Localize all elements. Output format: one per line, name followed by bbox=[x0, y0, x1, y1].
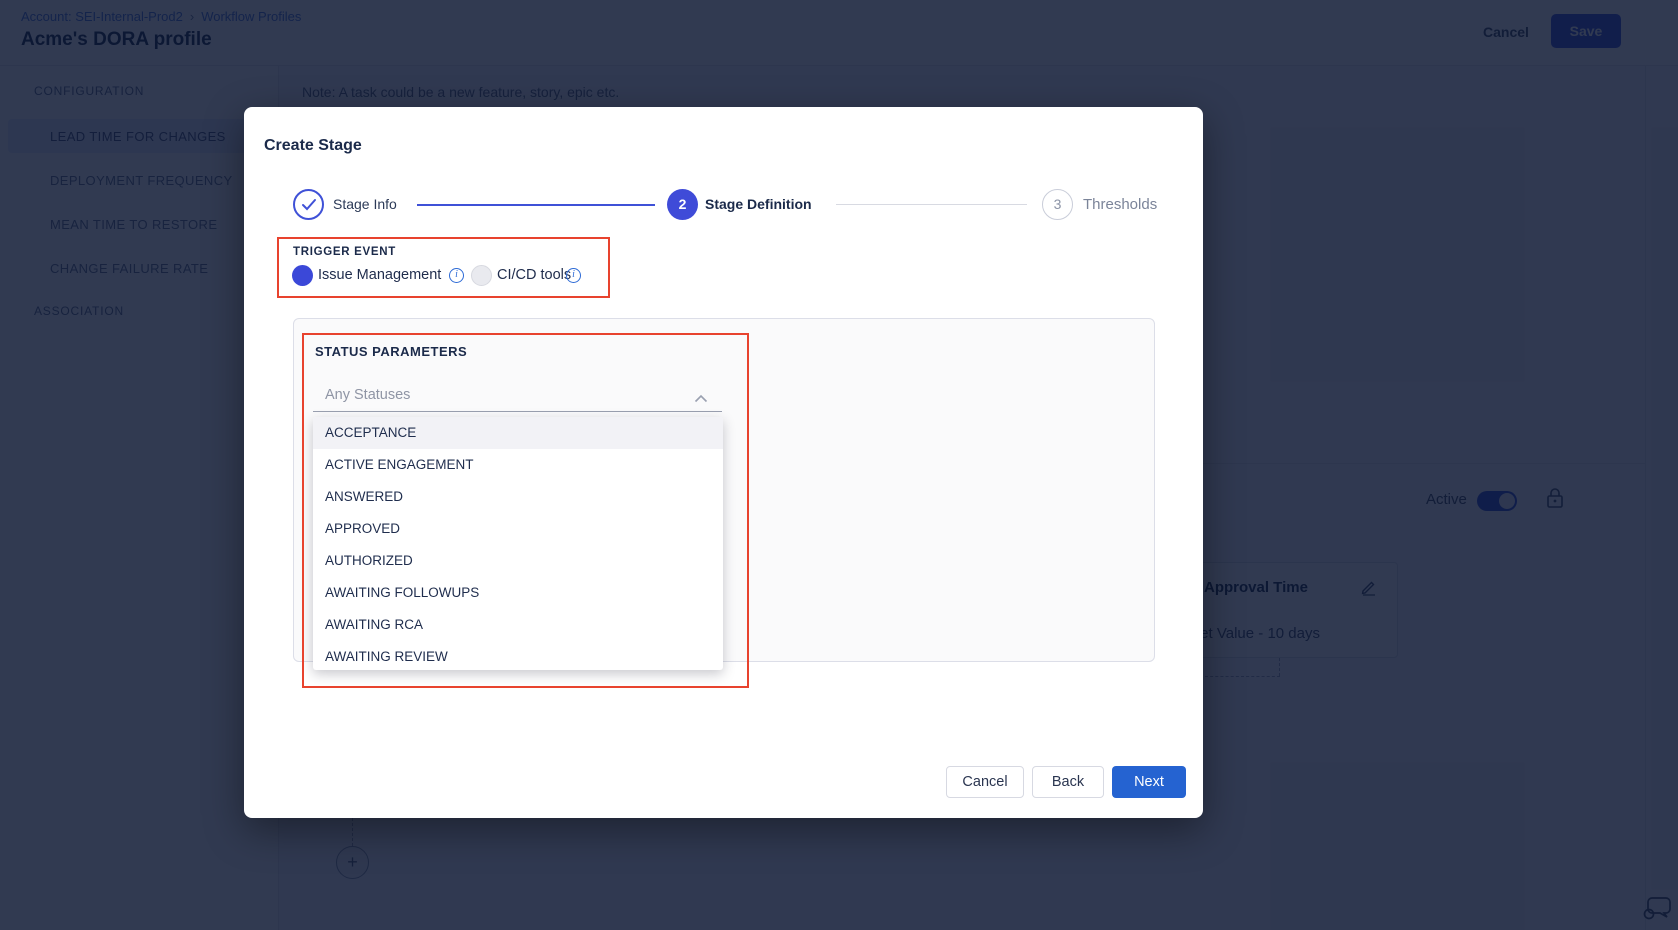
radio-issue-management[interactable] bbox=[292, 265, 313, 286]
step-3-label[interactable]: Thresholds bbox=[1083, 196, 1157, 213]
step-1-label[interactable]: Stage Info bbox=[333, 196, 397, 212]
step-2-label[interactable]: Stage Definition bbox=[705, 196, 812, 212]
step-2-active-circle[interactable]: 2 bbox=[667, 189, 698, 220]
dropdown-option-active-engagement[interactable]: ACTIVE ENGAGEMENT bbox=[313, 449, 723, 481]
modal-next-button[interactable]: Next bbox=[1112, 766, 1186, 798]
cicd-tools-info-icon[interactable]: i bbox=[566, 268, 581, 283]
step-3-todo-circle[interactable]: 3 bbox=[1042, 189, 1073, 220]
trigger-event-heading: TRIGGER EVENT bbox=[293, 246, 396, 258]
radio-cicd-tools[interactable] bbox=[471, 265, 492, 286]
dropdown-option-acceptance[interactable]: ACCEPTANCE bbox=[313, 417, 723, 449]
radio-issue-management-label[interactable]: Issue Management bbox=[318, 267, 441, 283]
modal-cancel-button[interactable]: Cancel bbox=[946, 766, 1024, 798]
modal-title: Create Stage bbox=[264, 137, 362, 155]
step-connector-2 bbox=[836, 204, 1027, 205]
statuses-select[interactable]: Any Statuses bbox=[313, 382, 722, 412]
step-1-done-circle[interactable] bbox=[293, 189, 324, 220]
statuses-dropdown-list: ACCEPTANCE ACTIVE ENGAGEMENT ANSWERED AP… bbox=[313, 417, 723, 670]
statuses-select-value: Any Statuses bbox=[325, 387, 410, 403]
create-stage-modal: Create Stage Stage Info 2 Stage Definiti… bbox=[244, 107, 1203, 818]
dropdown-option-answered[interactable]: ANSWERED bbox=[313, 481, 723, 513]
modal-back-button[interactable]: Back bbox=[1032, 766, 1104, 798]
chevron-up-icon bbox=[694, 390, 708, 408]
dropdown-option-approved[interactable]: APPROVED bbox=[313, 513, 723, 545]
issue-management-info-icon[interactable]: i bbox=[449, 268, 464, 283]
step-connector-1 bbox=[417, 204, 655, 206]
dropdown-option-authorized[interactable]: AUTHORIZED bbox=[313, 545, 723, 577]
dropdown-option-awaiting-review[interactable]: AWAITING REVIEW bbox=[313, 641, 723, 670]
status-parameters-heading: STATUS PARAMETERS bbox=[315, 344, 467, 359]
radio-cicd-tools-label[interactable]: CI/CD tools bbox=[497, 267, 571, 283]
app-root: Account: SEI-Internal-Prod2›Workflow Pro… bbox=[0, 0, 1678, 930]
dropdown-option-awaiting-followups[interactable]: AWAITING FOLLOWUPS bbox=[313, 577, 723, 609]
check-icon bbox=[295, 191, 322, 218]
dropdown-option-awaiting-rca[interactable]: AWAITING RCA bbox=[313, 609, 723, 641]
